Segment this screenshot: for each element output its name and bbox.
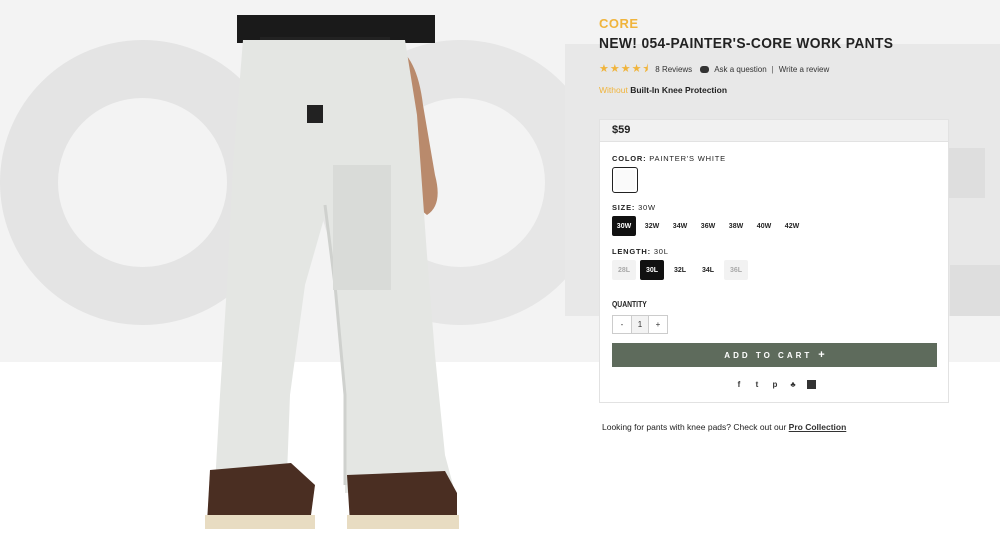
- rating-row: ★★★★⯨ 8 Reviews Ask a question | Write a…: [599, 60, 829, 79]
- separator: |: [771, 65, 774, 74]
- length-option[interactable]: 28L: [612, 260, 636, 280]
- write-review-link[interactable]: Write a review: [779, 65, 830, 74]
- note-text: Looking for pants with knee pads? Check …: [602, 422, 787, 432]
- length-option[interactable]: 36L: [724, 260, 748, 280]
- quantity-input[interactable]: 1: [631, 316, 649, 333]
- length-option[interactable]: 32L: [668, 260, 692, 280]
- size-value: 30W: [638, 203, 656, 212]
- size-option[interactable]: 32W: [640, 216, 664, 236]
- size-option[interactable]: 36W: [696, 216, 720, 236]
- pro-collection-link[interactable]: Pro Collection: [789, 422, 847, 432]
- length-options: 28L 30L 32L 34L 36L: [612, 260, 748, 280]
- quantity-label: QUANTITY: [612, 300, 647, 309]
- pinterest-icon[interactable]: p: [771, 380, 780, 389]
- ask-question-link[interactable]: Ask a question: [714, 65, 766, 74]
- color-swatch-painters-white[interactable]: [612, 167, 638, 193]
- reviews-link[interactable]: 8 Reviews: [655, 65, 692, 74]
- size-option[interactable]: 30W: [612, 216, 636, 236]
- quantity-increase-button[interactable]: +: [649, 316, 667, 333]
- size-option[interactable]: 40W: [752, 216, 776, 236]
- add-to-cart-button[interactable]: ADD TO CART +: [612, 343, 937, 367]
- length-option-label: LENGTH: 30L: [612, 247, 669, 256]
- product-title: NEW! 054-PAINTER'S-CORE WORK PANTS: [599, 35, 894, 52]
- chat-icon: [700, 66, 710, 73]
- length-value: 30L: [653, 247, 669, 256]
- knee-pads-note: Looking for pants with knee pads? Check …: [602, 422, 846, 432]
- background-shape: [950, 265, 1000, 316]
- length-option[interactable]: 30L: [640, 260, 664, 280]
- product-form-card: $59 COLOR: PAINTER'S WHITE SIZE: 30W 30W…: [599, 119, 949, 403]
- quantity-decrease-button[interactable]: -: [613, 316, 631, 333]
- tagline-text: Built-In Knee Protection: [630, 85, 728, 95]
- facebook-icon[interactable]: f: [735, 380, 744, 389]
- size-option[interactable]: 38W: [724, 216, 748, 236]
- quantity-stepper: - 1 +: [612, 315, 668, 334]
- brand-name: CORE: [599, 16, 639, 31]
- share-links: f t p ♣: [600, 380, 950, 389]
- product-image: [205, 15, 459, 529]
- twitter-icon[interactable]: t: [753, 380, 762, 389]
- email-icon[interactable]: [806, 380, 816, 389]
- tagline-highlight: Without: [599, 85, 628, 95]
- plus-icon: +: [818, 349, 825, 361]
- color-value: PAINTER'S WHITE: [649, 154, 726, 163]
- color-option-label: COLOR: PAINTER'S WHITE: [612, 154, 726, 163]
- size-option-label: SIZE: 30W: [612, 203, 656, 212]
- size-options: 30W 32W 34W 36W 38W 40W 42W: [612, 216, 804, 236]
- length-option[interactable]: 34L: [696, 260, 720, 280]
- price: $59: [600, 120, 948, 142]
- add-to-cart-label: ADD TO CART: [724, 350, 813, 360]
- tagline: Without Built-In Knee Protection: [599, 85, 727, 95]
- star-rating-icon[interactable]: ★★★★⯨: [599, 60, 649, 79]
- fancy-icon[interactable]: ♣: [789, 380, 798, 389]
- size-option[interactable]: 34W: [668, 216, 692, 236]
- size-option[interactable]: 42W: [780, 216, 804, 236]
